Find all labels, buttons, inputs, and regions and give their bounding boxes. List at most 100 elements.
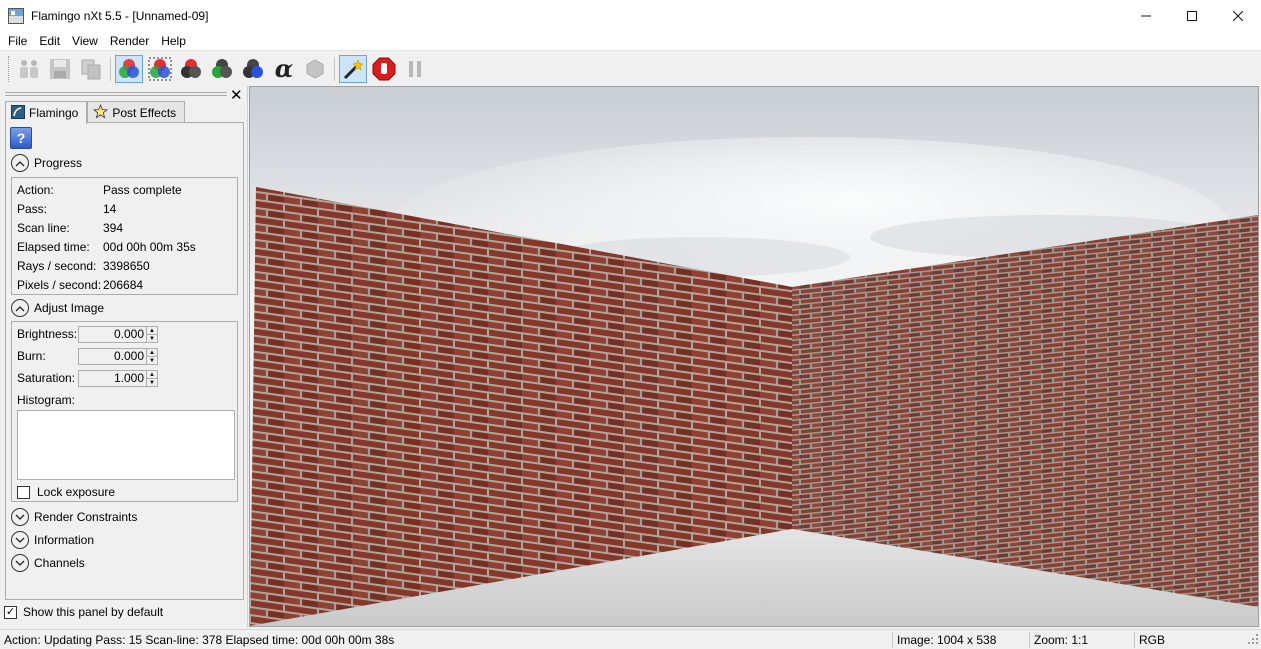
help-button[interactable]: ? <box>10 127 32 149</box>
magic-wand-button[interactable] <box>339 54 367 83</box>
copy-button[interactable] <box>77 55 105 83</box>
flamingo-icon <box>11 104 25 122</box>
status-bar: Action: Updating Pass: 15 Scan-line: 378… <box>0 629 1261 649</box>
tab-label: Flamingo <box>29 106 79 120</box>
toolbar: α <box>0 52 1261 85</box>
saturation-value: 1.000 <box>113 371 144 385</box>
collapse-icon <box>11 299 29 317</box>
histogram <box>17 410 235 480</box>
progress-section-header[interactable]: Progress <box>11 153 82 173</box>
people-icon <box>20 59 38 78</box>
burn-spinbox[interactable]: 0.000 ▲ ▼ <box>78 348 158 365</box>
minimize-icon <box>1141 15 1151 16</box>
menu-edit[interactable]: Edit <box>33 34 66 48</box>
alpha-channel-icon: α <box>274 54 294 83</box>
tab-flamingo[interactable]: Flamingo <box>5 101 88 124</box>
resize-grip[interactable] <box>1247 633 1259 648</box>
toolbar-separator <box>110 56 111 81</box>
progress-elapsed-value: 00d 00h 00m 35s <box>103 240 196 254</box>
menu-view[interactable]: View <box>66 34 104 48</box>
render-viewport[interactable] <box>249 86 1259 627</box>
hexagon-button[interactable] <box>301 55 329 83</box>
status-action: Action: Updating Pass: 15 Scan-line: 378… <box>4 632 395 647</box>
saturation-spinbox[interactable]: 1.000 ▲ ▼ <box>78 370 158 387</box>
progress-pass-value: 14 <box>103 202 117 216</box>
spin-down-icon[interactable]: ▼ <box>147 334 157 342</box>
red-channel-button[interactable] <box>177 55 205 83</box>
rgb-channels-button[interactable] <box>115 54 143 83</box>
save-icon <box>50 58 70 79</box>
information-section-header[interactable]: Information <box>11 530 94 550</box>
section-title: Adjust Image <box>34 301 105 315</box>
menu-render[interactable]: Render <box>104 34 155 48</box>
minimize-button[interactable] <box>1123 0 1169 31</box>
panel-tabs: Flamingo Post Effects <box>5 101 186 124</box>
stop-icon <box>372 57 396 80</box>
section-title: Channels <box>34 556 85 570</box>
blue-channel-icon <box>243 58 263 78</box>
status-image-size: Image: 1004 x 538 <box>897 632 997 647</box>
panel-close-button[interactable]: ✕ <box>230 86 243 104</box>
menu-file[interactable]: File <box>2 34 33 48</box>
menu-help[interactable]: Help <box>155 34 192 48</box>
status-color-mode: RGB <box>1139 632 1166 647</box>
section-title: Progress <box>34 156 83 170</box>
toolbar-grip[interactable] <box>8 55 11 82</box>
stop-button[interactable] <box>370 55 398 83</box>
show-by-default-checkbox[interactable]: ✓ <box>4 605 17 619</box>
flamingo-tab-content: ? Progress Action: Pass complete Pass: 14 … <box>5 122 244 600</box>
panel-grip[interactable] <box>5 92 227 96</box>
window-controls <box>1123 0 1261 31</box>
section-title: Render Constraints <box>34 510 138 524</box>
magic-wand-icon <box>343 58 364 79</box>
progress-rays-value: 3398650 <box>103 259 150 273</box>
green-channel-button[interactable] <box>208 55 236 83</box>
maximize-button[interactable] <box>1169 0 1215 31</box>
progress-pixels-value: 206684 <box>103 278 144 292</box>
blue-channel-button[interactable] <box>239 55 267 83</box>
rendered-image <box>250 87 1258 626</box>
render-constraints-section-header[interactable]: Render Constraints <box>11 507 137 527</box>
maximize-icon <box>1187 10 1197 21</box>
lock-exposure-checkbox[interactable] <box>17 485 30 499</box>
rgb-channels-alt-button[interactable] <box>146 55 174 83</box>
alpha-channel-button[interactable]: α <box>270 54 298 83</box>
status-zoom: Zoom: 1:1 <box>1034 632 1089 647</box>
spin-down-icon[interactable]: ▼ <box>147 356 157 364</box>
brightness-spinbox[interactable]: 0.000 ▲ ▼ <box>78 326 158 343</box>
adjust-image-box: Brightness: 0.000 ▲ ▼ Burn: 0.000 ▲ ▼ Satu… <box>11 321 238 502</box>
tab-post-effects[interactable]: Post Effects <box>87 101 186 123</box>
spin-up-icon[interactable]: ▲ <box>147 349 157 356</box>
star-icon <box>93 103 109 122</box>
rgb-channels-icon <box>119 58 139 78</box>
spin-down-icon[interactable]: ▼ <box>147 378 157 386</box>
lock-exposure-row: Lock exposure <box>17 485 115 499</box>
spin-up-icon[interactable]: ▲ <box>147 371 157 378</box>
expand-icon <box>11 531 29 549</box>
green-channel-icon <box>212 58 232 78</box>
red-channel-icon <box>181 58 201 78</box>
tab-label: Post Effects <box>112 105 177 120</box>
title-bar: Flamingo nXt 5.5 - [Unnamed-09] <box>0 0 1261 31</box>
histogram-label: Histogram: <box>17 393 76 407</box>
menu-bar: File Edit View Render Help <box>0 31 1261 51</box>
pause-icon <box>409 60 421 77</box>
people-button[interactable] <box>15 55 43 83</box>
spin-up-icon[interactable]: ▲ <box>147 327 157 334</box>
toolbar-separator <box>334 56 335 81</box>
close-button[interactable] <box>1215 0 1261 31</box>
copy-icon <box>81 59 101 79</box>
pause-button[interactable] <box>401 55 429 83</box>
expand-icon <box>11 554 29 572</box>
progress-box: Action: Pass complete Pass: 14 Scan line: 3… <box>11 177 238 295</box>
show-by-default-label: Show this panel by default <box>23 605 164 619</box>
adjust-image-section-header[interactable]: Adjust Image <box>11 298 104 318</box>
channels-section-header[interactable]: Channels <box>11 553 85 573</box>
show-by-default-row: ✓ Show this panel by default <box>4 605 163 619</box>
section-title: Information <box>34 533 95 547</box>
save-button[interactable] <box>46 55 74 83</box>
progress-scanline-value: 394 <box>103 221 124 235</box>
hexagon-icon <box>306 58 324 79</box>
burn-value: 0.000 <box>113 349 144 363</box>
collapse-icon <box>11 154 29 172</box>
